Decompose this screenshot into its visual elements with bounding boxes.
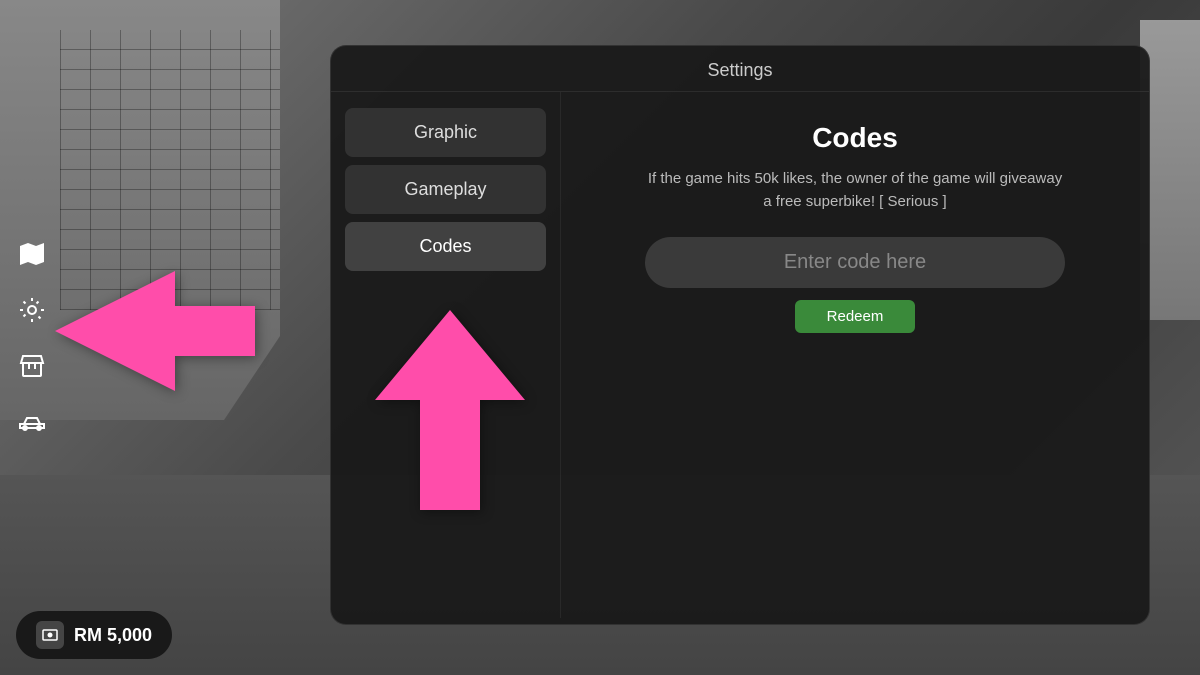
nav-codes-label: Codes — [419, 236, 471, 256]
up-arrow-icon — [370, 310, 530, 510]
redeem-button[interactable]: Redeem — [795, 300, 916, 333]
left-arrow-icon — [55, 266, 255, 396]
modal-title-text: Settings — [707, 60, 772, 80]
codes-title: Codes — [812, 122, 898, 154]
arrow-left — [55, 266, 235, 386]
sidebar-item-map[interactable] — [10, 232, 54, 276]
car-icon — [17, 412, 47, 432]
currency-amount: RM 5,000 — [74, 625, 152, 646]
arrow-up — [370, 310, 520, 490]
currency-icon — [36, 621, 64, 649]
redeem-label: Redeem — [827, 308, 884, 325]
codes-content-panel: Codes If the game hits 50k likes, the ow… — [561, 92, 1149, 618]
codes-description: If the game hits 50k likes, the owner of… — [645, 168, 1065, 213]
sidebar-item-settings[interactable] — [10, 288, 54, 332]
nav-item-codes[interactable]: Codes — [345, 222, 546, 271]
gear-icon — [18, 296, 46, 324]
nav-item-gameplay[interactable]: Gameplay — [345, 165, 546, 214]
code-input[interactable] — [645, 237, 1065, 288]
money-icon — [41, 626, 59, 644]
bottom-currency-bar: RM 5,000 — [16, 611, 172, 659]
sidebar-item-shop[interactable] — [10, 344, 54, 388]
map-icon — [18, 240, 46, 268]
modal-title: Settings — [331, 46, 1149, 92]
sidebar-item-car[interactable] — [10, 400, 54, 444]
nav-item-graphic[interactable]: Graphic — [345, 108, 546, 157]
nav-gameplay-label: Gameplay — [404, 179, 486, 199]
nav-graphic-label: Graphic — [414, 122, 477, 142]
shop-icon — [19, 352, 45, 380]
sidebar — [10, 232, 54, 444]
